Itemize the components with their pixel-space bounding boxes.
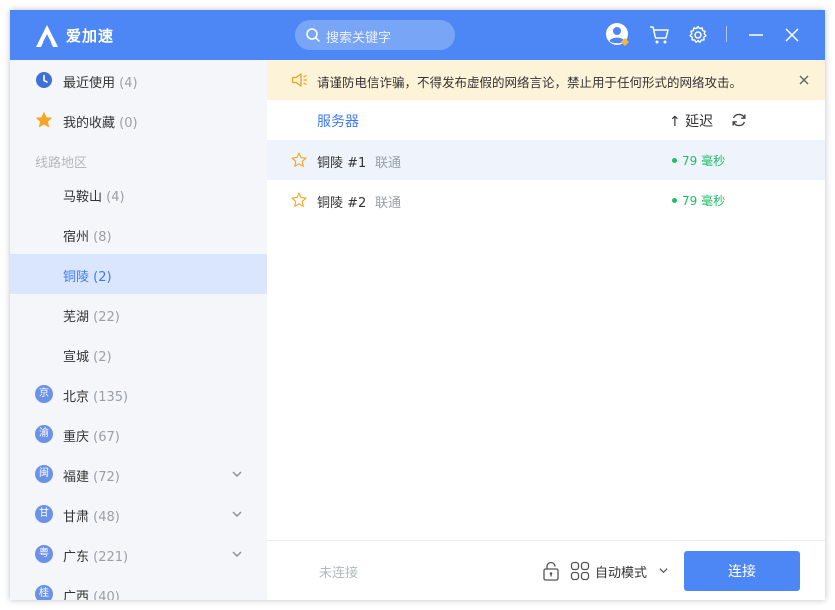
- sidebar-item-label: 最近使用: [63, 76, 116, 91]
- sidebar-subitem[interactable]: 芜湖 (22): [10, 294, 267, 334]
- latency-status-dot: [672, 158, 677, 163]
- sidebar-item-label: 甘肃: [63, 510, 90, 525]
- sidebar-item-label: 福建: [63, 470, 90, 485]
- sidebar-item-count: (135): [93, 390, 129, 405]
- sidebar-item-label: 宣城: [63, 350, 90, 365]
- app-title: 爱加速: [66, 27, 115, 45]
- sidebar-region-item[interactable]: 粤 广东 (221): [10, 534, 267, 574]
- sidebar-subitem[interactable]: 宣城 (2): [10, 334, 267, 374]
- mode-selector[interactable]: 自动模式: [595, 562, 647, 581]
- sidebar-item-count: (48): [93, 510, 120, 525]
- sidebar-subitem-active[interactable]: 铜陵 (2): [10, 254, 267, 294]
- refresh-icon[interactable]: [731, 112, 747, 128]
- server-row[interactable]: 铜陵 #1 联通 79 毫秒: [267, 140, 825, 180]
- lock-icon[interactable]: [542, 561, 560, 581]
- clock-icon: [36, 72, 52, 88]
- connection-status: 未连接: [319, 566, 359, 581]
- server-latency: 79 毫秒: [682, 194, 726, 208]
- sidebar-subitem[interactable]: 马鞍山 (4): [10, 186, 267, 214]
- sidebar-item-count: (72): [93, 470, 120, 485]
- sidebar-region-item[interactable]: 桂 广西 (40): [10, 574, 267, 600]
- region-badge-icon: 桂: [35, 585, 53, 600]
- sidebar-item-label: 重庆: [63, 430, 90, 445]
- sidebar-item-count: (2): [93, 350, 112, 365]
- region-badge-icon: 粤: [35, 545, 53, 563]
- megaphone-icon: [291, 73, 307, 87]
- footer-bar: 未连接 自动模式 连接: [267, 540, 825, 600]
- sidebar-item-label: 宿州: [63, 230, 90, 245]
- sidebar-item-label: 广东: [63, 550, 90, 565]
- server-list-header: 服务器 ↑ 延迟: [267, 100, 825, 140]
- user-avatar[interactable]: [605, 22, 631, 48]
- search-placeholder: 搜索关键字: [326, 31, 392, 46]
- sidebar-item-count: (67): [93, 430, 120, 445]
- sidebar-item-count: (221): [93, 550, 129, 565]
- minimize-icon: [749, 34, 763, 36]
- cart-icon: [650, 26, 669, 44]
- section-title-regions: 线路地区: [35, 156, 88, 171]
- column-header-latency[interactable]: ↑ 延迟: [669, 111, 713, 131]
- search-icon: [306, 28, 320, 42]
- latency-status-dot: [672, 198, 677, 203]
- grid-mode-icon: [570, 561, 590, 581]
- sidebar-item-label: 广西: [63, 590, 90, 600]
- star-icon: [35, 111, 53, 128]
- sidebar-subitem[interactable]: 宿州 (8): [10, 214, 267, 254]
- sidebar-item-count: (40): [93, 590, 120, 600]
- sidebar-item-count: (8): [93, 230, 112, 245]
- gear-icon: [689, 25, 707, 43]
- region-badge-icon: 闽: [35, 465, 53, 483]
- region-badge-icon: 京: [35, 385, 53, 403]
- title-bar: 爱加速 搜索关键字: [10, 10, 825, 60]
- column-header-server[interactable]: 服务器: [317, 111, 359, 131]
- chevron-down-icon[interactable]: [658, 565, 669, 576]
- chevron-down-icon[interactable]: [231, 508, 243, 520]
- server-name: 铜陵 #1: [317, 156, 367, 171]
- server-isp: 联通: [375, 156, 402, 171]
- search-box[interactable]: 搜索关键字: [295, 20, 455, 50]
- sidebar-item-label: 马鞍山: [63, 190, 103, 205]
- close-button[interactable]: [779, 22, 805, 48]
- star-outline-icon[interactable]: [291, 192, 307, 208]
- app-logo-icon: [36, 25, 58, 47]
- cart-button[interactable]: [647, 22, 673, 48]
- sidebar: 最近使用 (4) 我的收藏 (0) 线路地区 马鞍山 (4) 宿州 (8) 铜陵…: [10, 60, 267, 600]
- server-isp: 联通: [375, 196, 402, 211]
- sidebar-item-label: 芜湖: [63, 310, 90, 325]
- close-icon: [785, 28, 799, 42]
- notice-banner: 请谨防电信诈骗，不得发布虚假的网络言论，禁止用于任何形式的网络攻击。: [267, 60, 825, 100]
- server-latency: 79 毫秒: [682, 154, 726, 168]
- sidebar-item-count: (22): [93, 310, 120, 325]
- star-outline-icon[interactable]: [291, 152, 307, 168]
- app-window: 爱加速 搜索关键字 最近使用 (4) 我的收藏 (0) 线路地区 马鞍山 (4)…: [10, 10, 825, 600]
- sidebar-item-count: (0): [119, 116, 138, 131]
- sidebar-item-count: (4): [119, 76, 138, 91]
- sidebar-item-count: (2): [93, 270, 112, 285]
- sidebar-item-count: (4): [106, 190, 125, 205]
- sidebar-region-item[interactable]: 闽 福建 (72): [10, 454, 267, 494]
- server-row[interactable]: 铜陵 #2 联通 79 毫秒: [267, 180, 825, 220]
- chevron-down-icon[interactable]: [231, 468, 243, 480]
- notice-text: 请谨防电信诈骗，不得发布虚假的网络言论，禁止用于任何形式的网络攻击。: [317, 75, 743, 90]
- region-badge-icon: 渝: [35, 425, 53, 443]
- connect-button[interactable]: 连接: [684, 551, 800, 591]
- user-avatar-icon: [606, 23, 629, 46]
- sidebar-item-favorites[interactable]: 我的收藏 (0): [10, 100, 267, 140]
- region-badge-icon: 甘: [35, 505, 53, 523]
- sidebar-region-item[interactable]: 京 北京 (135): [10, 374, 267, 414]
- minimize-button[interactable]: [743, 22, 769, 48]
- sidebar-region-item[interactable]: 渝 重庆 (67): [10, 414, 267, 454]
- server-name: 铜陵 #2: [317, 196, 367, 211]
- settings-button[interactable]: [685, 22, 711, 48]
- sidebar-item-label: 铜陵: [63, 270, 90, 285]
- sidebar-item-label: 我的收藏: [63, 116, 116, 131]
- sidebar-region-item[interactable]: 甘 甘肃 (48): [10, 494, 267, 534]
- sidebar-item-recent[interactable]: 最近使用 (4): [10, 60, 267, 100]
- sidebar-item-label: 北京: [63, 390, 90, 405]
- close-icon[interactable]: [797, 73, 811, 87]
- titlebar-divider: [726, 26, 727, 42]
- chevron-down-icon[interactable]: [231, 548, 243, 560]
